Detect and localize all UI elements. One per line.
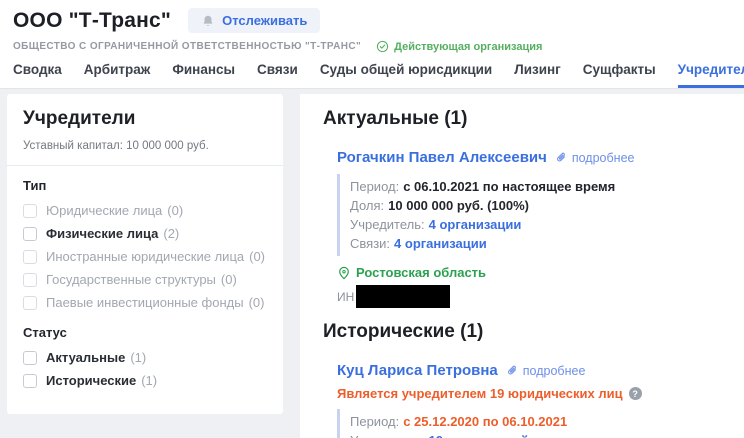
founder-name-link[interactable]: Куц Лариса Петровна [337, 362, 498, 379]
page-title: ООО "Т-Транс" [13, 9, 171, 33]
region-label: Ростовская область [356, 265, 486, 280]
filter-actual[interactable]: Актуальные (1) [23, 350, 267, 365]
founder-orgs-link[interactable]: 4 организации [429, 217, 522, 232]
share-row: Доля:10 000 000 руб. (100%) [350, 196, 726, 215]
filter-historical[interactable]: Исторические (1) [23, 373, 267, 388]
actual-section-heading: Актуальные (1) [323, 108, 726, 130]
connections-orgs-link[interactable]: 4 организации [394, 236, 487, 251]
tab-bar: Сводка Арбитраж Финансы Связи Суды общей… [13, 62, 744, 88]
tab-svodka[interactable]: Сводка [13, 62, 62, 88]
founder-of-row: Учредитель:4 организации [350, 215, 726, 234]
page: ООО "Т-Транс" Отслеживать ОБЩЕСТВО С ОГР… [0, 0, 744, 438]
founder-row-historical: Куц Лариса Петровна подробнее [337, 362, 726, 379]
checkbox[interactable] [23, 351, 37, 365]
tab-svyazi[interactable]: Связи [257, 62, 298, 88]
tab-finansy[interactable]: Финансы [172, 62, 235, 88]
follow-button[interactable]: Отслеживать [188, 8, 320, 33]
location-pin-icon [337, 266, 351, 280]
founder-info-block-actual: Период:с 06.10.2021 по настоящее время Д… [337, 174, 726, 256]
filter-investment-funds[interactable]: Паевые инвестиционные фонды (0) [23, 295, 267, 310]
details-link[interactable]: подробнее [506, 364, 586, 378]
region-row-actual: Ростовская область [337, 265, 726, 280]
details-link-label: подробнее [523, 364, 586, 378]
sidebar-title: Учредители [23, 108, 267, 130]
status-filter-heading: Статус [23, 325, 267, 340]
checkbox[interactable] [23, 227, 37, 241]
info-circle-icon[interactable]: ? [629, 387, 642, 400]
period-row: Период:с 25.12.2020 по 06.10.2021 [350, 412, 726, 431]
company-header: ООО "Т-Транс" Отслеживать ОБЩЕСТВО С ОГР… [0, 0, 744, 89]
filter-individuals[interactable]: Физические лица (2) [23, 226, 267, 241]
warning-text: Является учредителем 19 юридических лиц [337, 386, 623, 401]
connections-row: Связи:4 организации [350, 234, 726, 253]
check-circle-icon [376, 40, 389, 53]
founder-row-actual: Рогачкин Павел Алексеевич подробнее [337, 149, 726, 166]
paperclip-icon [506, 364, 519, 377]
checkbox[interactable] [23, 250, 37, 264]
founder-warning: Является учредителем 19 юридических лиц … [337, 386, 726, 401]
checkbox[interactable] [23, 273, 37, 287]
filters-sidebar: Учредители Уставный капитал: 10 000 000 … [7, 94, 283, 414]
founder-of-row: Учредитель:19 организаций [350, 431, 726, 438]
divider [7, 165, 283, 166]
charter-capital: Уставный капитал: 10 000 000 руб. [23, 140, 267, 152]
filter-foreign-legal-entities[interactable]: Иностранные юридические лица (0) [23, 249, 267, 264]
checkbox[interactable] [23, 296, 37, 310]
inn-label: ИН [337, 290, 354, 304]
status-badge: Действующая организация [376, 40, 542, 53]
tab-lizing[interactable]: Лизинг [514, 62, 561, 88]
tab-uchrediteli[interactable]: Учредители [678, 62, 744, 88]
follow-button-label: Отслеживать [222, 13, 307, 28]
founders-panel: Актуальные (1) Рогачкин Павел Алексеевич… [300, 94, 744, 438]
content-area: Учредители Уставный капитал: 10 000 000 … [0, 89, 744, 438]
details-link[interactable]: подробнее [555, 151, 635, 165]
period-row: Период:с 06.10.2021 по настоящее время [350, 177, 726, 196]
status-badge-label: Действующая организация [394, 41, 542, 53]
type-filter-heading: Тип [23, 178, 267, 193]
paperclip-icon [555, 151, 568, 164]
checkbox[interactable] [23, 374, 37, 388]
filter-state-structures[interactable]: Государственные структуры (0) [23, 272, 267, 287]
bell-icon [201, 14, 215, 28]
details-link-label: подробнее [572, 151, 635, 165]
company-legal-name: ОБЩЕСТВО С ОГРАНИЧЕННОЙ ОТВЕТСТВЕННОСТЬЮ… [13, 41, 361, 52]
filter-legal-entities[interactable]: Юридические лица (0) [23, 203, 267, 218]
inn-row: ИН [337, 285, 726, 308]
tab-sushchfakty[interactable]: Сущфакты [583, 62, 656, 88]
founder-orgs-link[interactable]: 19 организаций [429, 433, 529, 438]
tab-sudy-obshchey-yurisdiktsii[interactable]: Суды общей юрисдикции [320, 62, 492, 88]
checkbox[interactable] [23, 204, 37, 218]
redacted-inn-value [356, 285, 450, 308]
founder-info-block-historical: Период:с 25.12.2020 по 06.10.2021 Учреди… [337, 409, 726, 438]
founder-name-link[interactable]: Рогачкин Павел Алексеевич [337, 149, 547, 166]
historical-section-heading: Исторические (1) [323, 321, 726, 343]
tab-arbitrazh[interactable]: Арбитраж [84, 62, 151, 88]
